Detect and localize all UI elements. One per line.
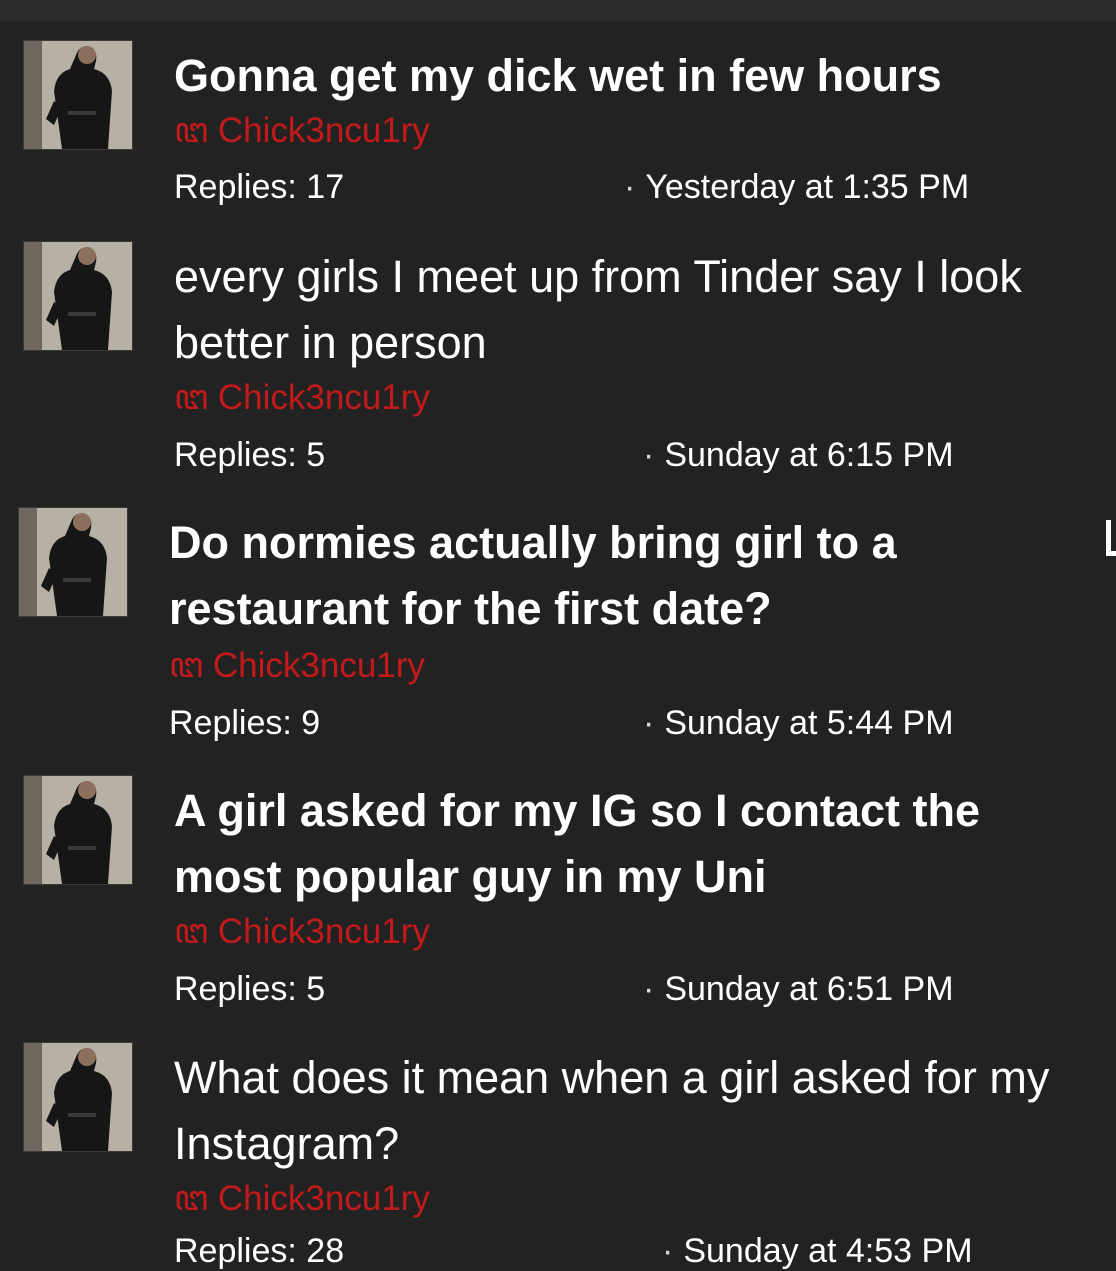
thread-date[interactable]: · Sunday at 6:51 PM <box>643 969 954 1009</box>
reply-count: Replies: 9 <box>169 704 321 742</box>
thread-date[interactable]: · Sunday at 5:44 PM <box>643 703 954 743</box>
thread-title-line-2[interactable]: better in person <box>174 310 487 376</box>
thread-date-text: Sunday at 5:44 PM <box>664 704 954 742</box>
reply-count: Replies: 28 <box>174 1232 345 1270</box>
thread-title[interactable]: Gonna get my dick wet in few hours <box>174 43 942 109</box>
date-separator: · <box>643 970 655 1008</box>
thread-title-line-1[interactable]: every girls I meet up from Tinder say I … <box>174 244 1022 310</box>
thread-title-line-1[interactable]: What does it mean when a girl asked for … <box>174 1045 1049 1111</box>
unread-indicator <box>1106 520 1116 556</box>
thread-author[interactable]: ꦔ Chick3ncu1ry <box>174 378 430 418</box>
top-bar <box>0 0 1116 22</box>
thread-date[interactable]: · Sunday at 6:15 PM <box>643 435 954 475</box>
date-separator: · <box>643 704 655 742</box>
thread-date-text: Sunday at 6:15 PM <box>664 436 954 474</box>
thread-title-line-2[interactable]: restaurant for the first date? <box>169 576 772 642</box>
thread-date-text: Sunday at 6:51 PM <box>664 970 954 1008</box>
thread-date[interactable]: · Yesterday at 1:35 PM <box>624 167 969 207</box>
avatar[interactable] <box>24 776 132 884</box>
reply-count: Replies: 17 <box>174 168 345 206</box>
avatar[interactable] <box>24 41 132 149</box>
thread-title-line-2[interactable]: Instagram? <box>174 1111 399 1177</box>
date-separator: · <box>624 168 636 206</box>
thread-author[interactable]: ꦔ Chick3ncu1ry <box>174 111 430 151</box>
date-separator: · <box>662 1232 674 1270</box>
thread-date[interactable]: · Sunday at 4:53 PM <box>662 1231 973 1271</box>
avatar[interactable] <box>24 1043 132 1151</box>
date-separator: · <box>643 436 655 474</box>
thread-author[interactable]: ꦔ Chick3ncu1ry <box>174 912 430 952</box>
thread-date-text: Sunday at 4:53 PM <box>683 1232 973 1270</box>
reply-count: Replies: 5 <box>174 436 326 474</box>
thread-title-line-2[interactable]: most popular guy in my Uni <box>174 844 767 910</box>
thread-author[interactable]: ꦔ Chick3ncu1ry <box>169 646 425 686</box>
reply-count: Replies: 5 <box>174 970 326 1008</box>
avatar[interactable] <box>19 508 127 616</box>
thread-title-line-1[interactable]: Do normies actually bring girl to a <box>169 510 897 576</box>
thread-author[interactable]: ꦔ Chick3ncu1ry <box>174 1179 430 1219</box>
thread-date-text: Yesterday at 1:35 PM <box>645 168 970 206</box>
avatar[interactable] <box>24 242 132 350</box>
thread-title-line-1[interactable]: A girl asked for my IG so I contact the <box>174 778 980 844</box>
